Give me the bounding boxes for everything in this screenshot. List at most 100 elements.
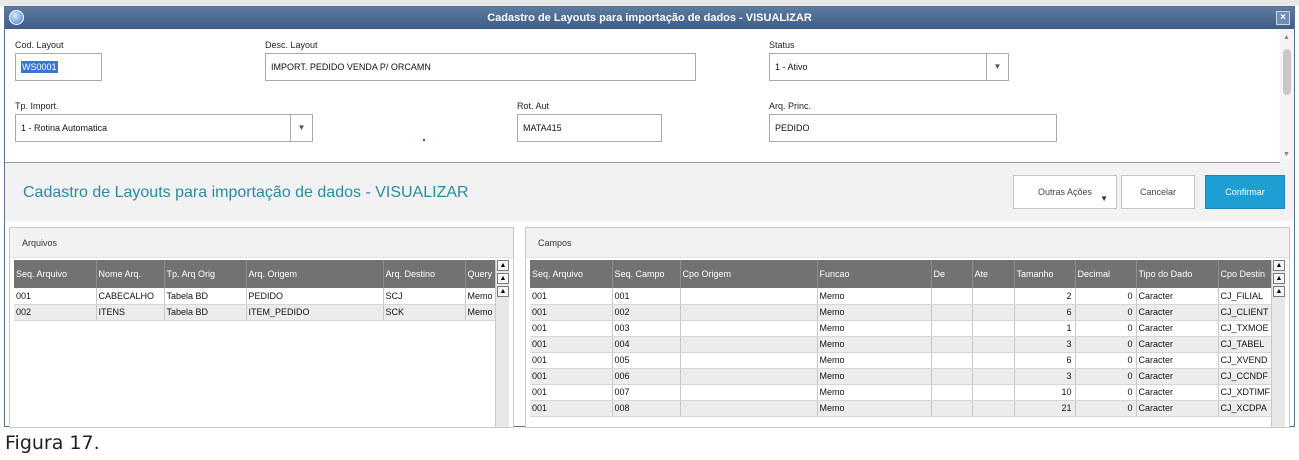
desc-layout-field[interactable]: IMPORT. PEDIDO VENDA P/ ORCAMN	[265, 53, 696, 81]
chevron-down-icon[interactable]: ▼	[290, 115, 312, 141]
table-cell: 6	[1014, 352, 1076, 369]
table-cell: 3	[1014, 368, 1076, 385]
table-cell: 001	[530, 320, 613, 337]
column-header[interactable]: Seq. Arquivo	[530, 260, 613, 288]
scroll-page-up-icon[interactable]: ▲	[1273, 273, 1285, 284]
tp-import-value: 1 - Rotina Automatica	[21, 123, 108, 133]
table-row[interactable]: 001 008 Memo 21 0 Caracter CJ_XCDPA	[530, 400, 1272, 417]
table-cell	[680, 352, 818, 369]
table-cell: 006	[612, 368, 681, 385]
table-cell: Caracter	[1136, 352, 1219, 369]
table-cell: 0	[1075, 320, 1137, 337]
table-cell: 0	[1075, 304, 1137, 321]
column-header[interactable]: Query	[465, 260, 496, 288]
column-header[interactable]: Arq. Origem	[246, 260, 384, 288]
scroll-down-icon[interactable]: ▼	[1283, 151, 1290, 158]
table-row[interactable]: 001 002 Memo 6 0 Caracter CJ_CLIENT	[530, 304, 1272, 321]
table-cell	[931, 400, 973, 417]
confirm-button[interactable]: Confirmar	[1205, 175, 1285, 209]
column-header[interactable]: Tipo do Dado	[1136, 260, 1219, 288]
cancel-button[interactable]: Cancelar	[1121, 175, 1195, 209]
arquivos-title: Arquivos	[10, 228, 513, 258]
table-cell	[931, 336, 973, 353]
table-cell: Memo	[817, 320, 932, 337]
table-cell: Memo	[465, 288, 496, 305]
table-cell	[680, 320, 818, 337]
table-cell	[972, 288, 1015, 305]
table-cell: 001	[612, 288, 681, 305]
table-cell	[972, 368, 1015, 385]
column-header[interactable]: Tp. Arq Orig	[164, 260, 247, 288]
caret-down-icon: ▼	[1100, 194, 1108, 203]
rot-aut-field[interactable]: MATA415	[517, 114, 662, 142]
campos-header-row: Seq. Arquivo Seq. Campo Cpo Origem Funca…	[530, 260, 1272, 288]
title-bar: Cadastro de Layouts para importação de d…	[5, 7, 1294, 29]
column-header[interactable]: Seq. Campo	[612, 260, 681, 288]
campos-scrollbar[interactable]: ▲ ▲ ▲	[1271, 260, 1285, 427]
chevron-down-icon[interactable]: ▼	[986, 54, 1008, 80]
status-select[interactable]: 1 - Ativo ▼	[769, 53, 1009, 81]
arquivos-scrollbar[interactable]: ▲ ▲ ▲	[495, 260, 509, 427]
table-cell: CJ_TABEL	[1218, 336, 1272, 353]
table-cell: Caracter	[1136, 320, 1219, 337]
tp-import-select[interactable]: 1 - Rotina Automatica ▼	[15, 114, 313, 142]
table-row[interactable]: 001 CABECALHO Tabela BD PEDIDO SCJ Memo	[14, 288, 496, 305]
form-scrollbar[interactable]: ▲ ▼	[1280, 29, 1294, 163]
cod-layout-field[interactable]: WS0001	[15, 53, 102, 81]
column-header[interactable]: Cpo Destin	[1218, 260, 1272, 288]
page-header: Cadastro de Layouts para importação de d…	[5, 163, 1294, 221]
column-header[interactable]: Tamanho	[1014, 260, 1076, 288]
table-cell: 001	[530, 352, 613, 369]
table-row[interactable]: 001 006 Memo 3 0 Caracter CJ_CCNDF	[530, 368, 1272, 385]
scroll-top-icon[interactable]: ▲	[497, 260, 509, 271]
close-icon[interactable]: ×	[1276, 11, 1290, 25]
column-header[interactable]: Ate	[972, 260, 1015, 288]
table-cell: CJ_CCNDF	[1218, 368, 1272, 385]
window-title: Cadastro de Layouts para importação de d…	[487, 12, 812, 24]
scroll-up-icon[interactable]: ▲	[497, 286, 509, 297]
arquivos-header-row: Seq. Arquivo Nome Arq. Tp. Arq Orig Arq.…	[14, 260, 496, 288]
table-cell	[972, 336, 1015, 353]
rot-aut-label: Rot. Aut	[517, 101, 550, 111]
table-cell	[972, 352, 1015, 369]
table-row[interactable]: 001 005 Memo 6 0 Caracter CJ_XVEND	[530, 352, 1272, 369]
column-header[interactable]: Decimal	[1075, 260, 1137, 288]
table-cell: CJ_XDTIMF	[1218, 384, 1272, 401]
table-cell: Caracter	[1136, 400, 1219, 417]
table-cell: Memo	[817, 368, 932, 385]
column-header[interactable]: Cpo Origem	[680, 260, 818, 288]
column-header[interactable]: Seq. Arquivo	[14, 260, 97, 288]
scroll-top-icon[interactable]: ▲	[1273, 260, 1285, 271]
outras-acoes-button[interactable]: Outras Ações ▼	[1013, 175, 1117, 209]
column-header[interactable]: Arq. Destino	[383, 260, 466, 288]
table-cell: 001	[14, 288, 97, 305]
table-row[interactable]: 001 004 Memo 3 0 Caracter CJ_TABEL	[530, 336, 1272, 353]
table-row[interactable]: 001 003 Memo 1 0 Caracter CJ_TXMOE	[530, 320, 1272, 337]
table-cell: CABECALHO	[96, 288, 165, 305]
table-cell	[680, 368, 818, 385]
column-header[interactable]: De	[931, 260, 973, 288]
scroll-up-icon[interactable]: ▲	[1283, 34, 1290, 41]
table-cell: Tabela BD	[164, 288, 247, 305]
campos-panel: Campos Seq. Arquivo Seq. Campo Cpo Orige…	[525, 227, 1290, 428]
arq-princ-field[interactable]: PEDIDO	[769, 114, 1057, 142]
table-cell: Memo	[817, 384, 932, 401]
table-cell: Caracter	[1136, 368, 1219, 385]
table-cell: 002	[14, 304, 97, 321]
column-header[interactable]: Nome Arq.	[96, 260, 165, 288]
column-header[interactable]: Funcao	[817, 260, 932, 288]
scroll-page-up-icon[interactable]: ▲	[497, 273, 509, 284]
arq-princ-label: Arq. Princ.	[769, 101, 812, 111]
table-row[interactable]: 001 001 Memo 2 0 Caracter CJ_FILIAL	[530, 288, 1272, 305]
table-cell	[931, 304, 973, 321]
table-cell: 001	[530, 368, 613, 385]
table-row[interactable]: 002 ITENS Tabela BD ITEM_PEDIDO SCK Memo	[14, 304, 496, 321]
table-cell: ITEM_PEDIDO	[246, 304, 384, 321]
table-cell: 007	[612, 384, 681, 401]
scroll-up-icon[interactable]: ▲	[1273, 286, 1285, 297]
scroll-thumb[interactable]	[1283, 49, 1291, 95]
table-cell: 001	[530, 384, 613, 401]
table-row[interactable]: 001 007 Memo 10 0 Caracter CJ_XDTIMF	[530, 384, 1272, 401]
table-cell: SCJ	[383, 288, 466, 305]
desc-layout-label: Desc. Layout	[265, 40, 318, 50]
